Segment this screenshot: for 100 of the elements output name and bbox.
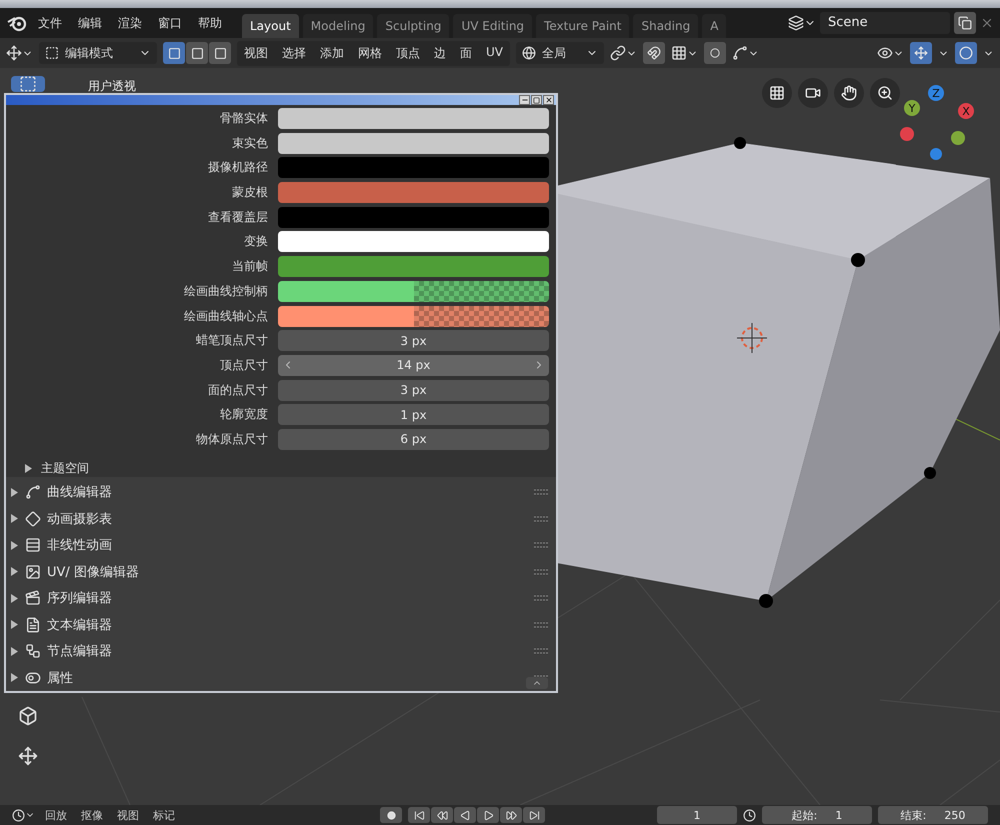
select-mode-icon[interactable] [163, 42, 185, 64]
current-frame-field[interactable]: 1 [657, 806, 737, 824]
maximize-button[interactable] [531, 95, 542, 105]
fast-forward-icon[interactable] [500, 807, 522, 823]
select-mode-icon[interactable] [209, 42, 231, 64]
workspace-tab[interactable]: A [702, 14, 726, 38]
section-header[interactable]: UV/ 图像编辑器 [47, 562, 139, 581]
menu-item[interactable]: 网格 [351, 40, 389, 66]
workspace-tab[interactable]: Sculpting [377, 14, 450, 38]
timer-icon[interactable] [743, 808, 756, 822]
expand-triangle-icon[interactable] [10, 540, 19, 550]
color-swatch[interactable] [278, 182, 549, 204]
play-reverse-icon[interactable] [454, 807, 476, 823]
scene-selector-icon[interactable] [788, 15, 816, 31]
gizmo-icon[interactable] [910, 42, 932, 64]
jump-end-icon[interactable] [523, 807, 545, 823]
expand-triangle-icon[interactable] [10, 646, 19, 656]
close-icon[interactable] [980, 16, 994, 30]
axis-handle[interactable]: Y [904, 100, 920, 116]
grid-icon[interactable] [762, 78, 792, 108]
section-header[interactable]: 节点编辑器 [47, 642, 112, 660]
section-header[interactable]: 序列编辑器 [47, 589, 112, 608]
number-field[interactable]: 3 px [278, 330, 549, 352]
menu-item[interactable]: 抠像 [77, 808, 107, 822]
workspace-tab[interactable]: Modeling [302, 14, 374, 38]
menu-item[interactable]: 编辑 [72, 12, 108, 34]
orientation-dropdown[interactable]: 全局 [516, 42, 604, 64]
menu-item[interactable]: 帮助 [192, 12, 228, 34]
start-frame-field[interactable]: 起始: 1 [762, 806, 872, 824]
menu-item[interactable]: 窗口 [152, 12, 188, 34]
select-mode-icon[interactable] [186, 42, 208, 64]
expand-triangle-icon[interactable] [24, 464, 33, 473]
end-frame-field[interactable]: 结束: 250 [878, 806, 988, 824]
proportional-icon[interactable] [704, 42, 726, 64]
menu-item[interactable]: 文件 [32, 12, 68, 34]
menu-item[interactable]: 回放 [41, 808, 71, 822]
section-header[interactable]: 非线性动画 [47, 536, 112, 554]
snap-icon[interactable] [671, 45, 698, 61]
color-swatch[interactable] [278, 108, 549, 129]
drag-handle-icon[interactable] [534, 648, 548, 654]
camera-icon[interactable] [798, 78, 828, 108]
section-header[interactable]: 动画摄影表 [47, 510, 112, 528]
color-swatch[interactable] [278, 206, 549, 228]
hand-icon[interactable] [834, 78, 864, 108]
section-header[interactable]: 属性 [47, 668, 73, 687]
axis-handle[interactable]: X [958, 103, 974, 119]
drag-handle-icon[interactable] [534, 542, 548, 548]
section-header[interactable]: 曲线编辑器 [47, 483, 112, 502]
menu-item[interactable]: 标记 [149, 808, 179, 822]
transform-pivot-icon[interactable] [6, 45, 33, 61]
expand-triangle-icon[interactable] [10, 673, 19, 682]
expand-triangle-icon[interactable] [10, 488, 19, 497]
drag-handle-icon[interactable] [534, 516, 548, 522]
menu-item[interactable]: 面 [453, 40, 479, 66]
axis-gizmo[interactable]: Z Y X [900, 85, 974, 160]
expand-triangle-icon[interactable] [10, 514, 19, 524]
workspace-tab[interactable]: Shading [633, 14, 698, 38]
drag-handle-icon[interactable] [534, 595, 548, 602]
expand-triangle-icon[interactable] [10, 594, 19, 603]
color-swatch[interactable] [278, 306, 549, 326]
menu-item[interactable]: 选择 [275, 40, 313, 66]
menu-item[interactable]: 视图 [113, 808, 143, 822]
drag-handle-icon[interactable] [534, 622, 548, 628]
expand-triangle-icon[interactable] [10, 620, 19, 630]
section-header[interactable]: 主题空间 [41, 460, 89, 477]
number-field[interactable]: 3 px [278, 380, 549, 401]
zoom-icon[interactable] [870, 78, 900, 108]
menu-item[interactable]: UV [479, 40, 510, 66]
copy-icon[interactable] [954, 12, 976, 34]
menu-item[interactable]: 添加 [313, 40, 351, 66]
jump-start-icon[interactable] [408, 807, 430, 823]
menu-item[interactable]: 顶点 [389, 40, 427, 66]
mode-dropdown[interactable]: 编辑模式 [39, 42, 157, 64]
workspace-tab[interactable]: Texture Paint [536, 14, 630, 38]
falloff-icon[interactable] [732, 45, 759, 61]
rewind-icon[interactable] [431, 807, 453, 823]
play-icon[interactable] [477, 807, 499, 823]
workspace-tab[interactable]: UV Editing [453, 14, 532, 38]
menu-item[interactable]: 边 [427, 40, 453, 66]
color-swatch[interactable] [278, 132, 549, 154]
scroll-up-icon[interactable] [526, 677, 548, 689]
number-field[interactable]: 6 px [278, 428, 549, 450]
minimize-button[interactable] [519, 95, 530, 105]
color-swatch[interactable] [278, 280, 549, 302]
menu-item[interactable]: 视图 [237, 40, 275, 66]
scene-field[interactable]: Scene [820, 12, 950, 34]
record-icon[interactable] [380, 807, 402, 823]
magnet-icon[interactable] [643, 42, 665, 64]
workspace-tab[interactable]: Layout [242, 14, 299, 38]
select-box-icon[interactable] [10, 76, 44, 92]
link-icon[interactable] [610, 45, 637, 61]
axis-handle[interactable]: Z [928, 85, 944, 101]
color-swatch[interactable] [278, 256, 549, 278]
menu-item[interactable]: 渲染 [112, 12, 148, 34]
drag-handle-icon[interactable] [534, 568, 548, 575]
blender-logo-icon[interactable] [6, 14, 28, 32]
close-button[interactable] [543, 95, 554, 105]
number-field[interactable]: 14 px [278, 354, 549, 376]
color-swatch[interactable] [278, 157, 549, 178]
overlay-icon[interactable] [955, 42, 977, 64]
